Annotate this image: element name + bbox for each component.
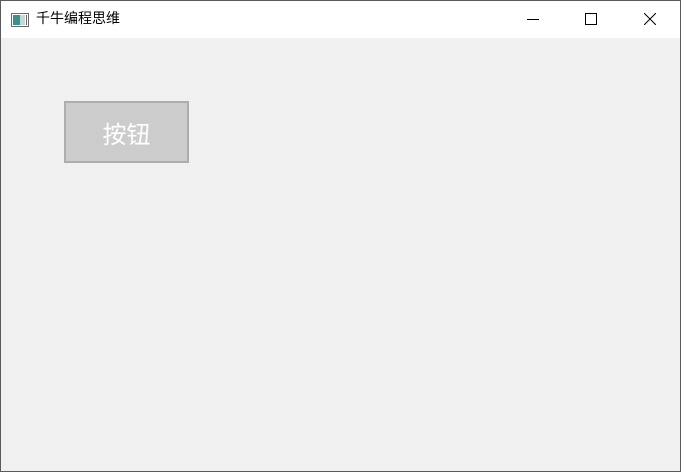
minimize-icon: [527, 10, 539, 29]
close-icon: [643, 10, 657, 29]
title-bar[interactable]: 千牛编程思维: [1, 1, 680, 38]
minimize-button[interactable]: [504, 1, 562, 38]
maximize-icon: [585, 10, 597, 29]
client-area: 按钮: [1, 38, 680, 471]
maximize-button[interactable]: [562, 1, 620, 38]
close-button[interactable]: [621, 1, 679, 38]
app-window: 千牛编程思维 按钮: [0, 0, 681, 472]
push-button[interactable]: 按钮: [64, 101, 189, 163]
app-window-icon: [11, 12, 29, 27]
window-title: 千牛编程思维: [36, 11, 120, 27]
